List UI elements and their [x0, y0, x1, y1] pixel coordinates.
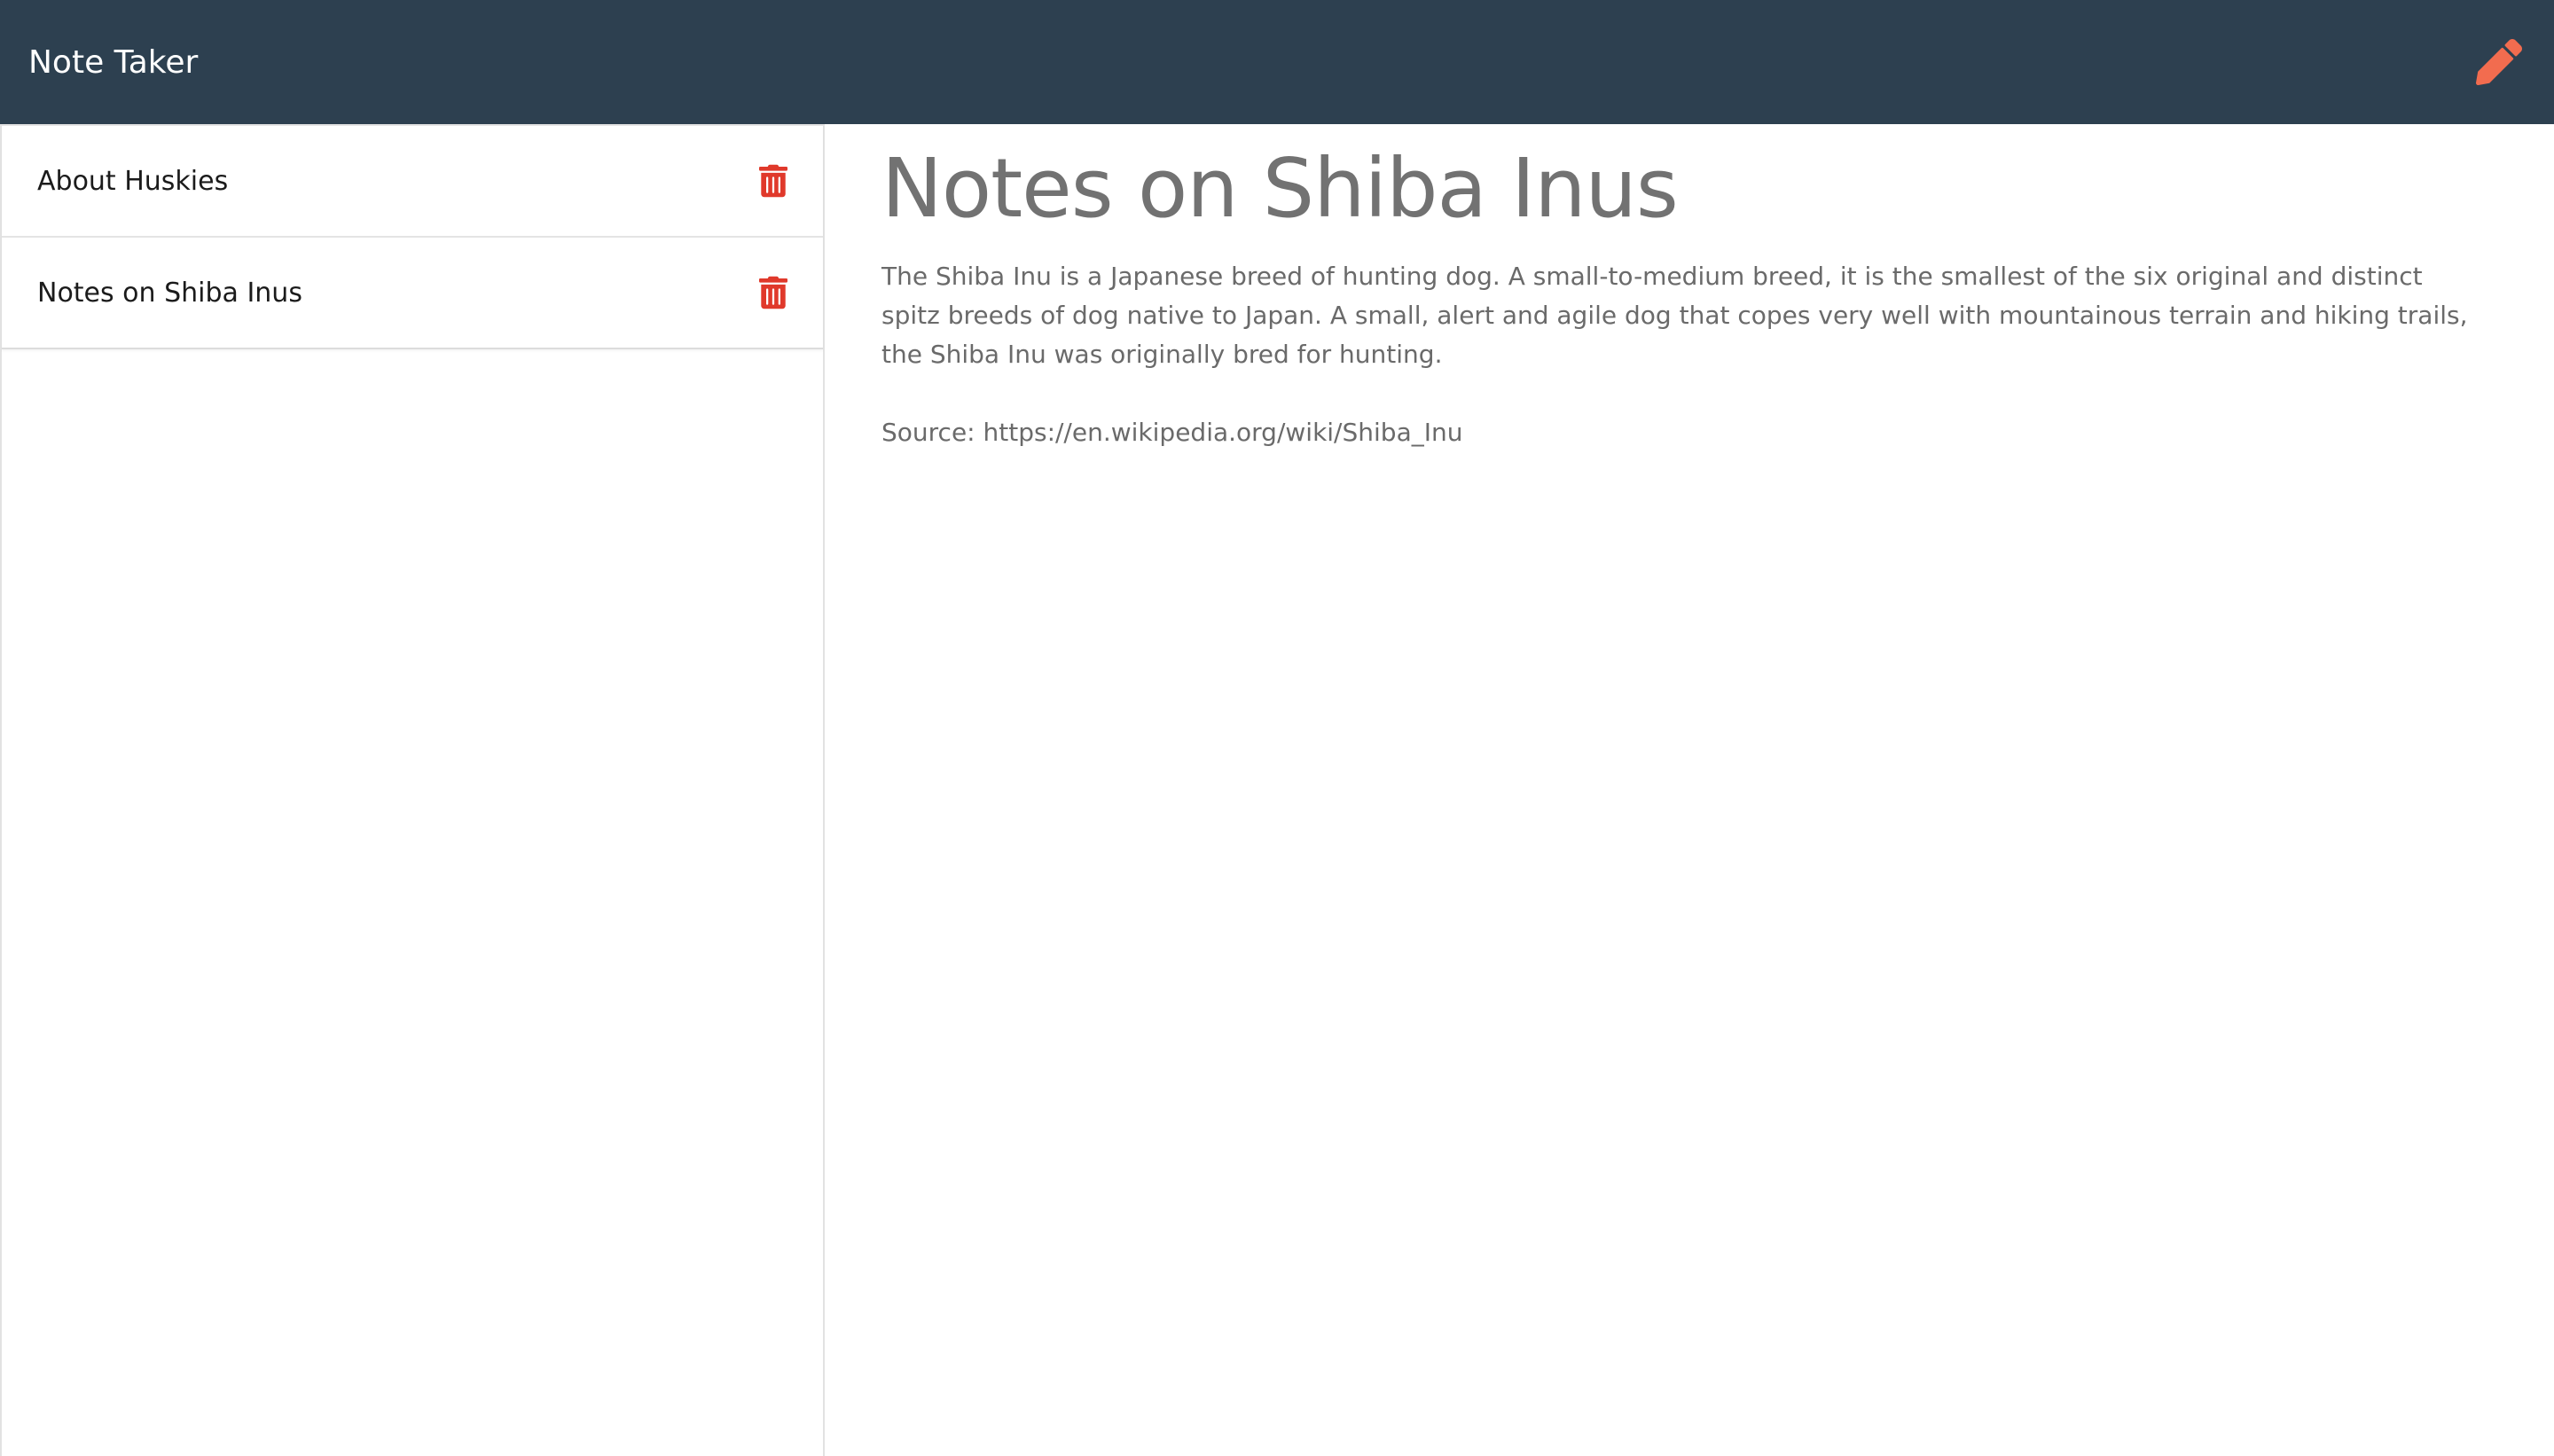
- new-note-button[interactable]: [2474, 37, 2524, 87]
- note-title[interactable]: Notes on Shiba Inus: [881, 140, 2519, 238]
- trash-icon-graphic: [759, 164, 787, 198]
- trash-icon[interactable]: [756, 161, 791, 200]
- note-view: Notes on Shiba Inus The Shiba Inu is a J…: [825, 124, 2554, 1456]
- note-text[interactable]: The Shiba Inu is a Japanese breed of hun…: [881, 257, 2469, 452]
- list-item[interactable]: Notes on Shiba Inus: [2, 236, 823, 348]
- app-title[interactable]: Note Taker: [28, 44, 198, 81]
- note-source-text: Source: https://en.wikipedia.org/wiki/Sh…: [881, 418, 1463, 448]
- note-list-title[interactable]: About Huskies: [37, 166, 228, 197]
- trash-icon-graphic: [759, 276, 787, 309]
- trash-icon[interactable]: [756, 273, 791, 312]
- note-body-text: The Shiba Inu is a Japanese breed of hun…: [881, 262, 2468, 370]
- pencil-icon: [2476, 39, 2522, 85]
- note-list-title[interactable]: Notes on Shiba Inus: [37, 278, 302, 309]
- navbar: Note Taker: [0, 0, 2554, 124]
- note-list: About Huskies Notes on Shiba Inus: [2, 124, 823, 349]
- list-item[interactable]: About Huskies: [2, 124, 823, 236]
- notes-sidebar: About Huskies Notes on Shiba Inus: [0, 124, 825, 1456]
